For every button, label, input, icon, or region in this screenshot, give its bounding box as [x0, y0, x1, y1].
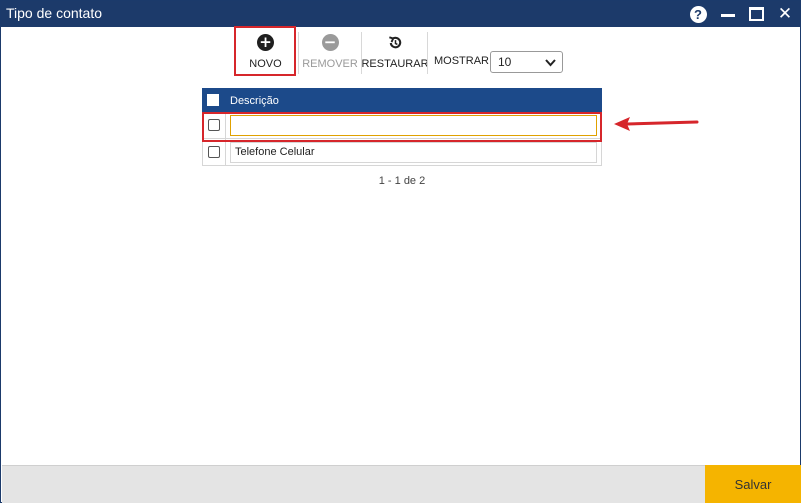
toolbar-separator [298, 32, 299, 74]
pagination-info: 1 - 1 de 2 [378, 175, 426, 187]
column-header-descricao: Descrição [230, 95, 279, 107]
maximize-icon[interactable] [747, 5, 765, 23]
remover-button[interactable]: − REMOVER [302, 31, 358, 75]
new-row-highlight-box [202, 112, 602, 142]
minimize-icon[interactable] [719, 5, 737, 23]
remover-label: REMOVER [302, 58, 358, 70]
window-title: Tipo de contato [6, 5, 102, 21]
title-bar: Tipo de contato ? ✕ [1, 1, 800, 27]
annotation-arrow [613, 113, 699, 140]
help-glyph: ? [689, 5, 707, 23]
dialog-window: Tipo de contato ? ✕ + NOVO − REMOVER RES… [0, 0, 801, 503]
close-icon[interactable]: ✕ [776, 4, 794, 24]
novo-highlight-box [234, 26, 296, 76]
page-size-select[interactable]: 10 [490, 51, 563, 73]
table-row: Telefone Celular [202, 139, 602, 166]
minus-circle-icon: − [321, 34, 339, 51]
grid-header: Descrição [202, 88, 602, 112]
restaurar-button[interactable]: RESTAURAR [361, 31, 429, 75]
row-checkbox[interactable] [208, 146, 220, 158]
footer-bar [2, 465, 801, 503]
restore-icon [387, 34, 404, 51]
toolbar-separator [427, 32, 428, 74]
page-size-value: 10 [498, 55, 512, 69]
mostrar-label: MOSTRAR: [434, 55, 493, 67]
restaurar-label: RESTAURAR [361, 58, 429, 70]
descricao-cell[interactable]: Telefone Celular [230, 142, 597, 163]
chevron-down-icon [545, 55, 556, 72]
help-icon[interactable]: ? [689, 5, 707, 23]
select-all-checkbox[interactable] [207, 94, 219, 106]
save-button[interactable]: Salvar [705, 465, 801, 503]
